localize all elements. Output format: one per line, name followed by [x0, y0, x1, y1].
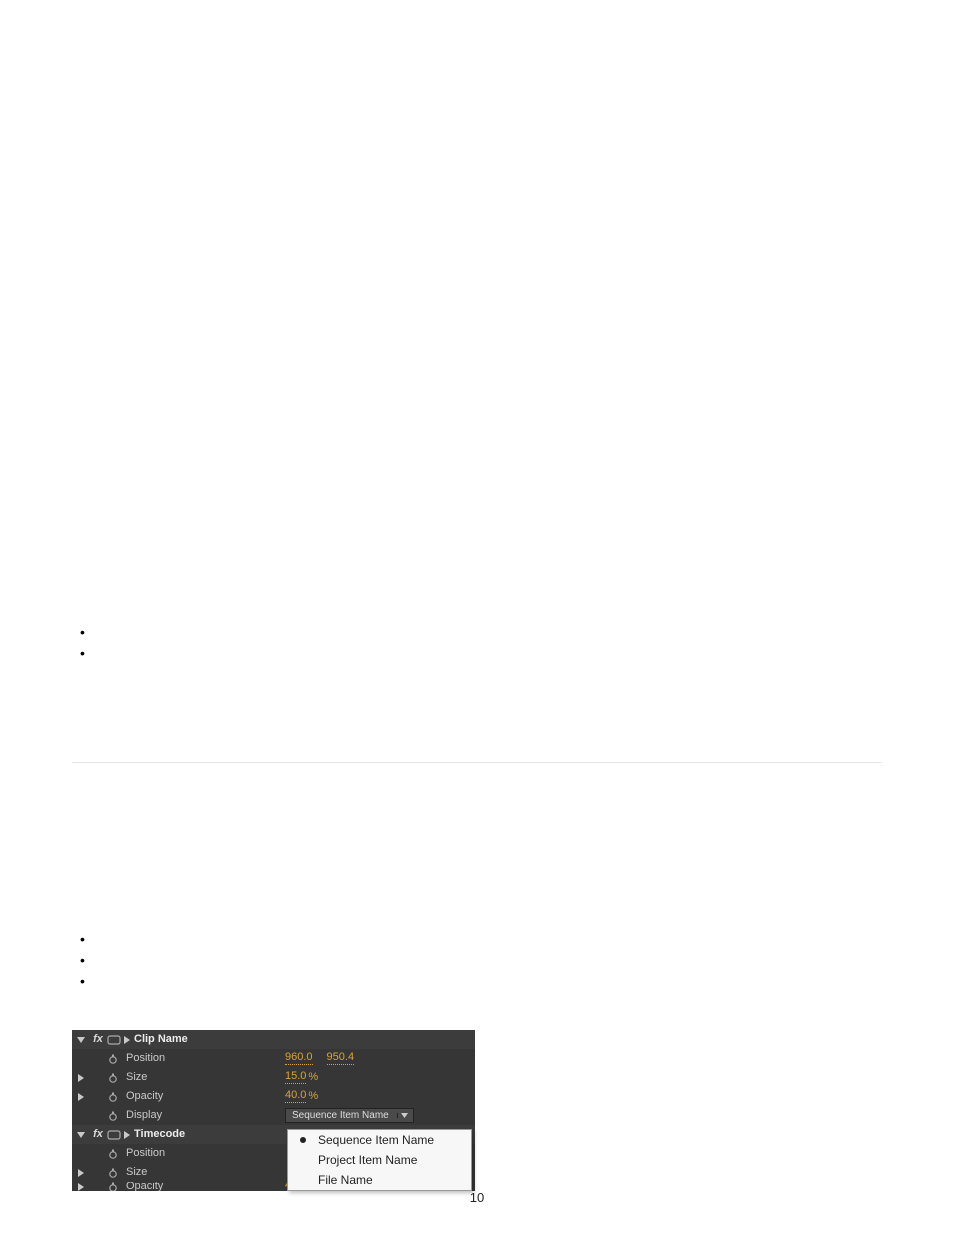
disclosure-triangle-right-icon[interactable]: [72, 1093, 90, 1101]
bullet-list-1: [80, 628, 882, 670]
mask-shape-icon[interactable]: [106, 1035, 122, 1045]
effect-name-label: Clip Name: [134, 1034, 188, 1045]
menu-item-file-name[interactable]: File Name: [288, 1170, 471, 1190]
effect-controls-panel: fx Clip Name Position: [72, 1030, 475, 1191]
bullet-item: [80, 935, 882, 956]
menu-item-label: Sequence Item Name: [318, 1134, 471, 1146]
menu-item-project-item-name[interactable]: Project Item Name: [288, 1150, 471, 1170]
stopwatch-icon[interactable]: [106, 1054, 120, 1064]
param-label: Position: [126, 1053, 165, 1064]
section-divider: [72, 762, 882, 763]
param-row-size: Size 15.0 %: [72, 1068, 475, 1087]
param-row-opacity: Opacity 40.0 %: [72, 1087, 475, 1106]
effect-header-clip-name[interactable]: fx Clip Name: [72, 1030, 475, 1049]
unit-label: %: [308, 1072, 318, 1083]
document-body: fx Clip Name Position: [0, 0, 954, 1191]
bullet-item: [80, 628, 882, 649]
position-x-value[interactable]: 960.0: [285, 1052, 313, 1065]
param-label: Size: [126, 1072, 147, 1083]
effect-name-label: Timecode: [134, 1129, 185, 1140]
bullet-item: [80, 977, 882, 998]
position-y-value[interactable]: 950.4: [327, 1052, 355, 1065]
bullet-item: [80, 649, 882, 670]
chevron-down-icon: [397, 1113, 411, 1118]
fx-badge-icon[interactable]: fx: [90, 1129, 106, 1140]
fx-badge-icon[interactable]: fx: [90, 1034, 106, 1045]
opacity-value[interactable]: 40.0: [285, 1090, 306, 1103]
param-label: Display: [126, 1110, 162, 1121]
menu-item-sequence-item-name[interactable]: Sequence Item Name: [288, 1130, 471, 1150]
stopwatch-icon[interactable]: [106, 1092, 120, 1102]
menu-selected-bullet-icon: [288, 1137, 318, 1143]
bullet-item: [80, 956, 882, 977]
stopwatch-icon[interactable]: [106, 1073, 120, 1083]
param-row-position: Position 960.0 950.4: [72, 1049, 475, 1068]
stopwatch-icon[interactable]: [106, 1149, 120, 1159]
size-value[interactable]: 15.0: [285, 1071, 306, 1084]
stopwatch-icon[interactable]: [106, 1111, 120, 1121]
display-dropdown-menu: Sequence Item Name Project Item Name Fil…: [287, 1129, 472, 1191]
mask-shape-icon[interactable]: [106, 1130, 122, 1140]
menu-item-label: Project Item Name: [318, 1154, 471, 1166]
disclosure-triangle-right-icon[interactable]: [72, 1169, 90, 1177]
bullet-list-2: [80, 935, 882, 998]
page-number: 10: [0, 1190, 954, 1205]
disclosure-triangle-down-icon[interactable]: [72, 1036, 90, 1044]
param-row-display: Display Sequence Item Name: [72, 1106, 475, 1125]
disclosure-triangle-right-icon: [122, 1036, 132, 1044]
stopwatch-icon[interactable]: [106, 1168, 120, 1178]
display-dropdown[interactable]: Sequence Item Name: [285, 1108, 414, 1123]
param-label: Opacity: [126, 1091, 163, 1102]
disclosure-triangle-right-icon[interactable]: [72, 1074, 90, 1082]
dropdown-selected-label: Sequence Item Name: [292, 1111, 389, 1121]
unit-label: %: [308, 1091, 318, 1102]
effects-panel-figure: fx Clip Name Position: [72, 1030, 882, 1191]
param-label: Size: [126, 1167, 147, 1178]
param-label: Position: [126, 1148, 165, 1159]
disclosure-triangle-down-icon[interactable]: [72, 1131, 90, 1139]
menu-item-label: File Name: [318, 1174, 471, 1186]
disclosure-triangle-right-icon: [122, 1131, 132, 1139]
